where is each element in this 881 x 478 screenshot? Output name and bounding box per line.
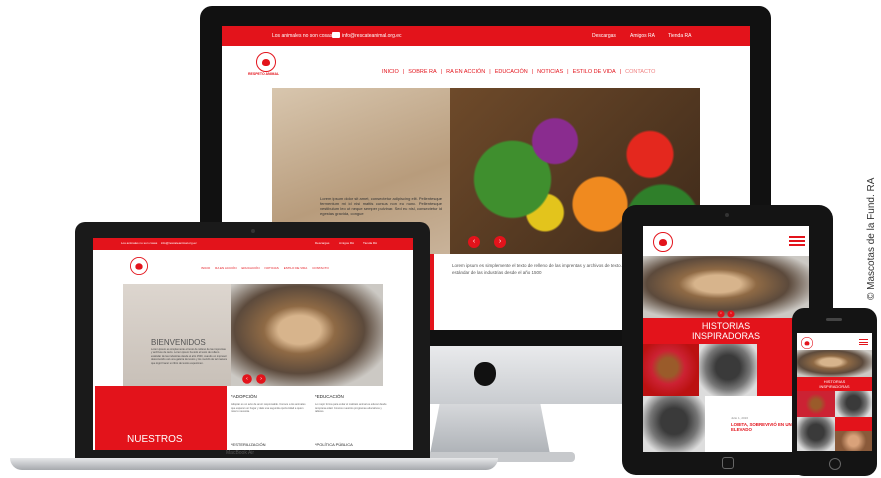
tablet-home-button[interactable] <box>722 457 734 469</box>
tablet-banner-line1: HISTORIAS <box>701 321 751 331</box>
logo-text: RESPETO ANIMAL <box>248 72 280 76</box>
laptop-nav-educacion[interactable]: EDUCACIÓN <box>242 266 260 270</box>
logo-paw-icon[interactable] <box>256 52 276 72</box>
topbar-tagline: Los animales no son cosas <box>272 33 333 39</box>
tablet-chevron-left-icon[interactable]: ‹ <box>717 310 725 318</box>
topbar-link-descargas[interactable]: Descargas <box>592 33 616 39</box>
nav-sep: | <box>531 69 534 75</box>
phone-hamburger-menu-icon[interactable] <box>859 339 868 345</box>
nav-sep: | <box>402 69 405 75</box>
chevron-right-icon[interactable]: › <box>494 236 506 248</box>
laptop-screen: Los animales no son cosas info@rescatean… <box>93 238 413 450</box>
tablet-story-image-2[interactable] <box>699 344 757 396</box>
laptop-topbar-tagline: Los animales no son cosas <box>121 241 158 245</box>
phone-hero-dog-image <box>797 350 872 377</box>
nav-educacion[interactable]: EDUCACIÓN <box>495 69 528 75</box>
side-credit-text: © Mascotas de la Fund. RA <box>866 177 877 300</box>
tablet-story-image-1[interactable] <box>643 344 699 396</box>
phone-story-image-3[interactable] <box>797 417 835 451</box>
laptop-nav-contacto[interactable]: CONTACTO <box>312 266 329 270</box>
laptop-topbar-tienda[interactable]: Tienda RA <box>363 241 377 245</box>
laptop-col1-title: *ADOPCIÓN <box>231 394 257 399</box>
laptop-red-title: NUESTROS <box>127 434 183 445</box>
tablet-hero-dog-image <box>643 256 809 318</box>
laptop-col2-title: *EDUCACIÓN <box>315 394 344 399</box>
nav-estilo-de-vida[interactable]: ESTILO DE VIDA <box>573 69 616 75</box>
phone-story-image-4[interactable] <box>835 431 872 451</box>
phone-speaker <box>826 318 842 321</box>
accent-bar <box>430 254 434 330</box>
laptop-topbar-email[interactable]: info@rescateanimal.org.ec <box>161 241 197 245</box>
phone-logo-paw-icon[interactable] <box>801 337 813 349</box>
laptop-base <box>10 458 498 470</box>
phone-story-image-1[interactable] <box>797 391 835 417</box>
nav-contacto[interactable]: CONTACTO <box>625 69 655 75</box>
imac-topbar: Los animales no son cosas info@rescatean… <box>222 26 750 46</box>
laptop-nav-ra-en-accion[interactable]: RA EN ACCIÓN <box>215 266 236 270</box>
laptop-nav-inicio[interactable]: INICIO <box>201 266 210 270</box>
tablet-story-date: Julio 1, 2016 <box>731 416 749 420</box>
tablet-screen: ‹ › HISTORIAS INSPIRADORAS Julio 1, 2016… <box>643 226 809 452</box>
apple-logo-icon <box>474 362 496 386</box>
phone-story-tile[interactable] <box>835 417 872 431</box>
laptop-hero-text: Lorem ipsum es simplemente el texto de r… <box>151 348 227 365</box>
laptop-col1-text: Adoptar es un acto de amor responsable. … <box>231 403 306 414</box>
camera-icon <box>251 229 255 233</box>
phone-banner-line2: INSPIRADORAS <box>819 384 850 389</box>
laptop-col1b-title: *ESTERILIZACIÓN <box>231 442 266 447</box>
hamburger-menu-icon[interactable] <box>789 236 805 246</box>
tablet-chevron-right-icon[interactable]: › <box>727 310 735 318</box>
phone-story-image-2[interactable] <box>835 391 872 417</box>
laptop-topbar-amigos[interactable]: Amigos RA <box>339 241 354 245</box>
laptop-hero-panel: BIENVENIDOS Lorem ipsum es simplemente e… <box>123 284 231 386</box>
nav-sep: | <box>440 69 443 75</box>
nav-sep: | <box>619 69 622 75</box>
envelope-icon <box>332 32 340 38</box>
laptop-hero-dog-image <box>231 284 383 386</box>
hero-text: Lorem ipsum dolor sit amet, consectetur … <box>320 196 442 216</box>
laptop-hero-title: BIENVENIDOS <box>151 338 206 347</box>
nav-sobre-ra[interactable]: SOBRE RA <box>408 69 436 75</box>
phone-screen: HISTORIAS INSPIRADORAS <box>797 333 872 451</box>
tablet-banner: HISTORIAS INSPIRADORAS <box>643 318 809 344</box>
tablet-story-image-3[interactable] <box>643 396 705 452</box>
laptop-nav-noticias[interactable]: NOTICIAS <box>265 266 279 270</box>
laptop-chevron-left-icon[interactable]: ‹ <box>242 374 252 384</box>
nav-ra-en-accion[interactable]: RA EN ACCIÓN <box>446 69 485 75</box>
tablet-logo-paw-icon[interactable] <box>653 232 673 252</box>
chevron-left-icon[interactable]: ‹ <box>468 236 480 248</box>
main-nav: INICIO | SOBRE RA | RA EN ACCIÓN | EDUCACIÓ… <box>382 69 655 75</box>
nav-sep: | <box>489 69 491 75</box>
laptop-logo-paw-icon[interactable] <box>130 257 148 275</box>
laptop-col2b-title: *POLÍTICA PÚBLICA <box>315 442 353 447</box>
tablet-camera-icon <box>725 213 729 217</box>
topbar-email[interactable]: info@rescateanimal.org.ec <box>342 33 402 39</box>
phone-banner: HISTORIAS INSPIRADORAS <box>797 377 872 391</box>
topbar-link-tienda[interactable]: Tienda RA <box>668 33 691 39</box>
topbar-link-amigos[interactable]: Amigos RA <box>630 33 655 39</box>
laptop-col2-text: Lo mejor forma para evitar el maltrato a… <box>315 403 387 414</box>
laptop-red-block: NUESTROS <box>95 386 227 450</box>
tablet-banner-line2: INSPIRADORAS <box>691 331 760 341</box>
laptop-topbar: Los animales no son cosas info@rescatean… <box>93 238 413 250</box>
laptop-topbar-descargas[interactable]: Descargas <box>315 241 329 245</box>
laptop-nav-estilo[interactable]: ESTILO DE VIDA <box>284 266 308 270</box>
imac-stand <box>430 404 550 454</box>
nav-sep: | <box>567 69 569 75</box>
laptop-nav: INICIO RA EN ACCIÓN EDUCACIÓN NOTICIAS E… <box>201 266 329 270</box>
nav-noticias[interactable]: NOTICIAS <box>537 69 563 75</box>
phone-home-button[interactable] <box>829 458 841 470</box>
laptop-brand: MacBook Air <box>226 450 255 456</box>
nav-inicio[interactable]: INICIO <box>382 69 399 75</box>
laptop-chevron-right-icon[interactable]: › <box>256 374 266 384</box>
